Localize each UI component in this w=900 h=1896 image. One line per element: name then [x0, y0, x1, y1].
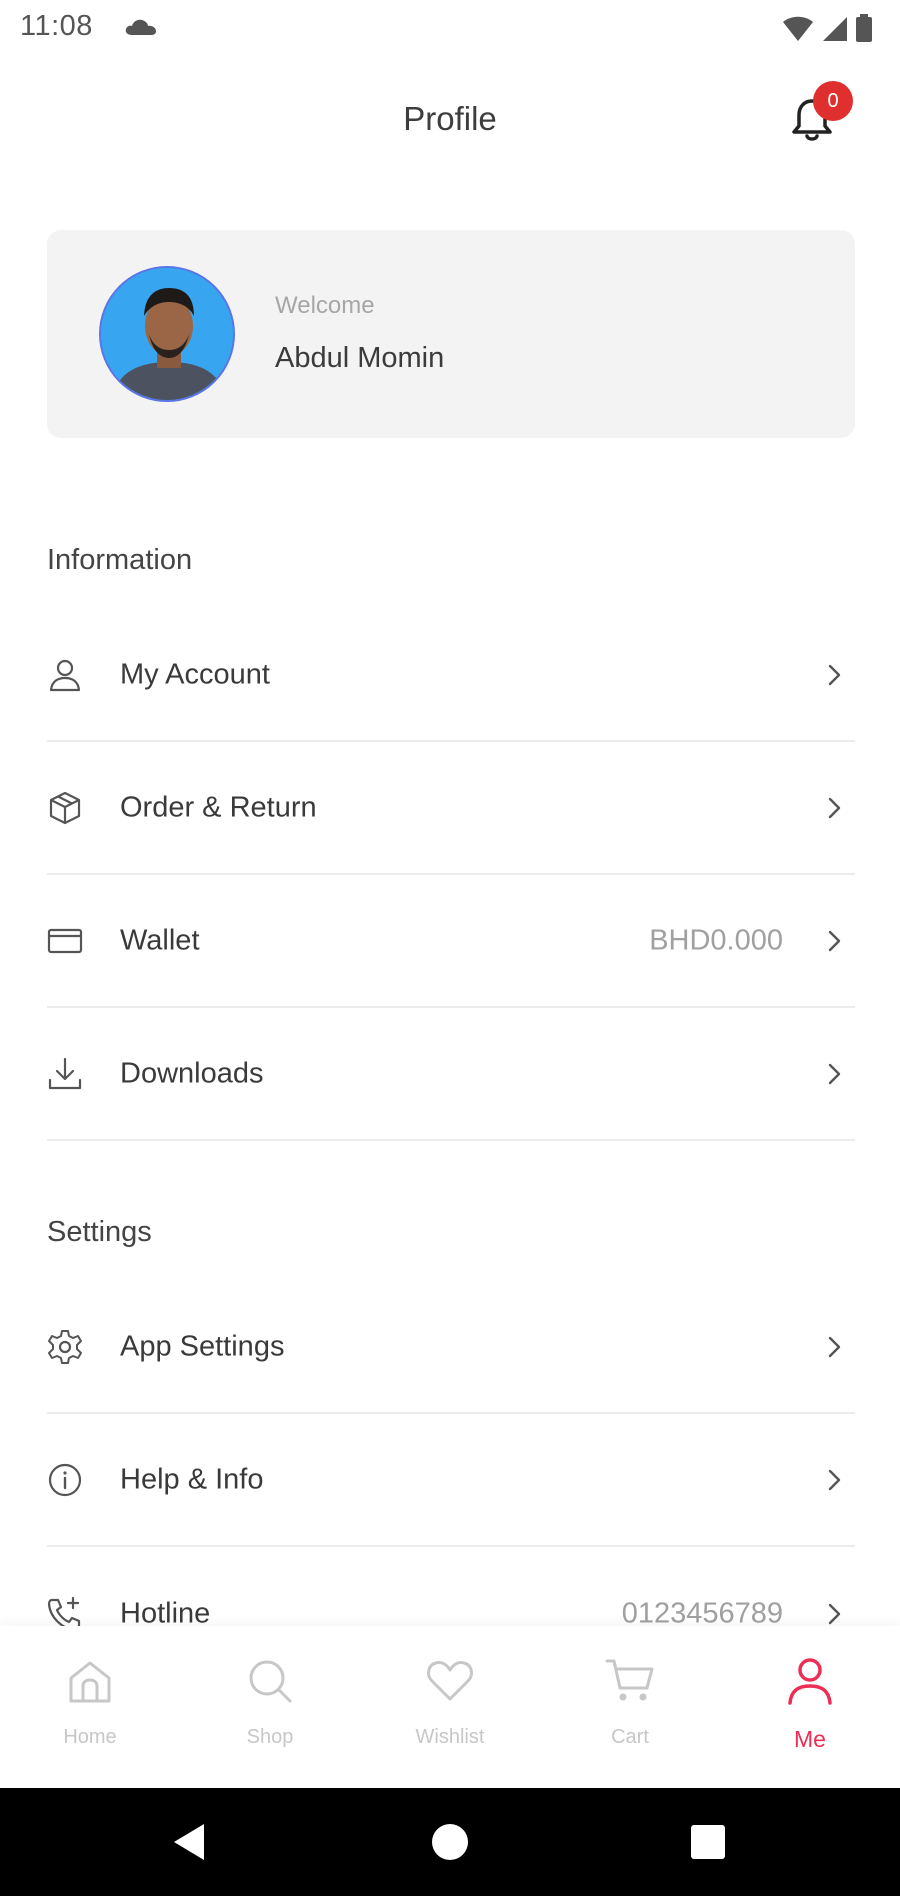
cart-icon — [605, 1659, 654, 1701]
chevron-right-icon — [828, 664, 841, 685]
menu-item-my-account[interactable]: My Account — [47, 609, 855, 742]
avatar — [99, 266, 235, 402]
back-icon[interactable] — [164, 1816, 216, 1868]
info-icon — [48, 1463, 82, 1496]
recents-icon[interactable] — [682, 1816, 734, 1868]
notification-badge: 0 — [813, 81, 853, 121]
heart-icon — [427, 1661, 473, 1701]
welcome-label: Welcome — [275, 292, 375, 319]
nav-item-cart[interactable]: Cart — [540, 1626, 720, 1788]
user-icon — [49, 659, 81, 691]
menu-item-downloads[interactable]: Downloads — [47, 1008, 855, 1141]
nav-label: Me — [794, 1726, 826, 1752]
gear-icon — [48, 1329, 82, 1364]
chevron-right-icon — [828, 1603, 841, 1624]
nav-label: Wishlist — [415, 1726, 485, 1748]
status-bar: 11:08 — [0, 0, 900, 56]
status-time: 11:08 — [20, 10, 93, 42]
app-header: Profile — [0, 60, 900, 180]
nav-label: Home — [63, 1726, 117, 1748]
system-navigation-bar — [0, 1788, 900, 1896]
home-icon — [69, 1661, 111, 1703]
menu-item-label: Order & Return — [120, 791, 317, 823]
menu-item-label: App Settings — [120, 1330, 285, 1362]
battery-icon — [856, 14, 872, 42]
nav-label: Shop — [246, 1726, 294, 1748]
nav-label: Cart — [611, 1726, 649, 1748]
wallet-balance: BHD0.000 — [649, 924, 783, 956]
nav-item-shop[interactable]: Shop — [180, 1626, 360, 1788]
user-name: Abdul Momin — [275, 342, 445, 374]
download-icon — [48, 1057, 82, 1089]
menu-item-label: Help & Info — [120, 1463, 264, 1495]
menu-item-order-return[interactable]: Order & Return — [47, 742, 855, 875]
card-icon — [47, 928, 83, 953]
chevron-right-icon — [828, 930, 841, 951]
menu-item-wallet[interactable]: Wallet BHD0.000 — [47, 875, 855, 1008]
nav-item-wishlist[interactable]: Wishlist — [360, 1626, 540, 1788]
bottom-navigation: Home Shop Wishlist Cart Me — [0, 1626, 900, 1788]
menu-item-app-settings[interactable]: App Settings — [47, 1281, 855, 1414]
chevron-right-icon — [828, 797, 841, 818]
menu-item-label: Wallet — [120, 924, 200, 956]
nav-item-home[interactable]: Home — [0, 1626, 180, 1788]
chevron-right-icon — [828, 1063, 841, 1084]
page-title: Profile — [403, 100, 497, 137]
avatar-image — [101, 268, 233, 400]
signal-icon — [823, 17, 847, 41]
wifi-icon — [783, 16, 813, 41]
profile-card[interactable]: Welcome Abdul Momin — [47, 230, 855, 438]
nav-item-me[interactable]: Me — [720, 1626, 900, 1788]
home-button-icon[interactable] — [424, 1816, 476, 1868]
menu-item-help-info[interactable]: Help & Info — [47, 1414, 855, 1547]
person-icon — [788, 1658, 832, 1705]
chevron-right-icon — [828, 1336, 841, 1357]
box-icon — [49, 791, 81, 824]
search-icon — [249, 1660, 292, 1703]
menu-item-label: My Account — [120, 658, 270, 690]
chevron-right-icon — [828, 1469, 841, 1490]
section-title-information: Information — [47, 544, 193, 576]
menu-item-label: Downloads — [120, 1057, 264, 1089]
cloud-icon — [125, 19, 156, 35]
section-title-settings: Settings — [47, 1216, 152, 1248]
